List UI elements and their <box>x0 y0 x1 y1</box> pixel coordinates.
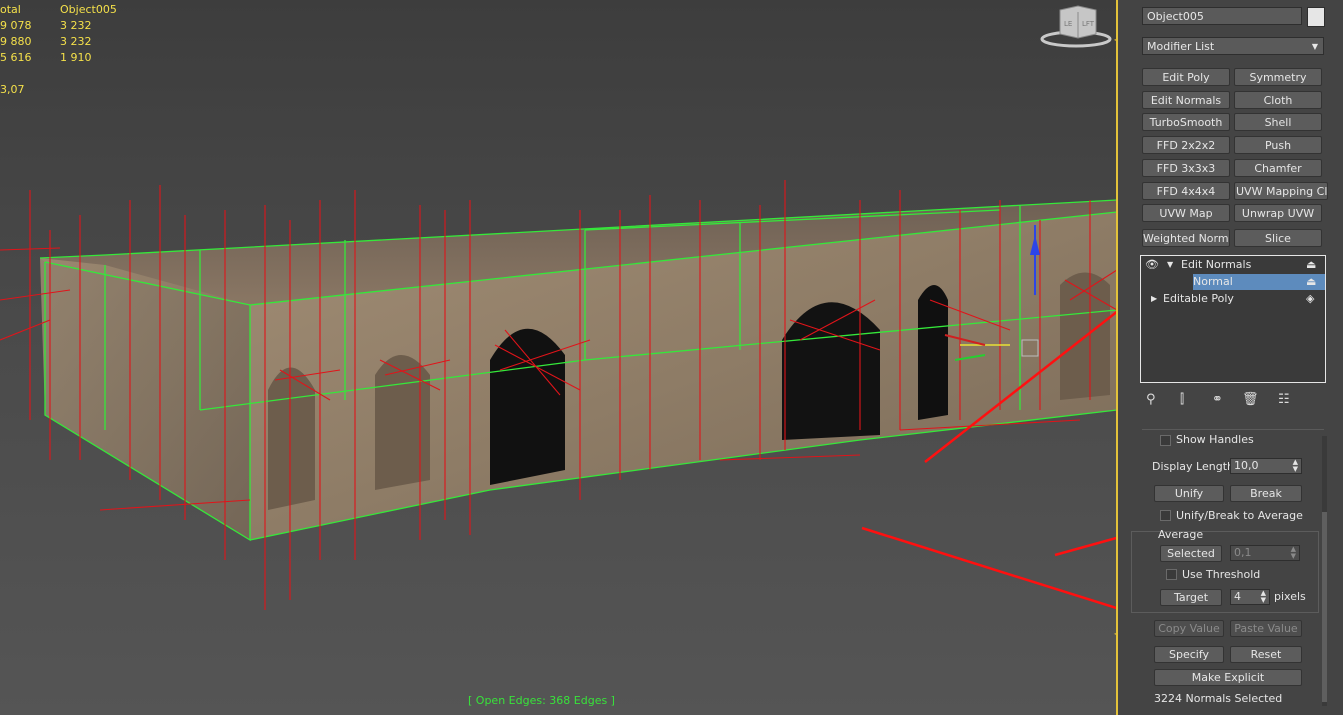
modifier-button[interactable]: UVW Map <box>1142 204 1230 222</box>
rollout-divider <box>1142 429 1324 430</box>
configure-sets-icon[interactable]: ☷ <box>1278 392 1290 407</box>
object-color-swatch[interactable] <box>1307 7 1325 27</box>
modifier-button[interactable]: Weighted Normals <box>1142 229 1230 247</box>
make-explicit-button[interactable]: Make Explicit <box>1154 669 1302 686</box>
display-length-label: Display Length: <box>1152 460 1238 473</box>
scroll-thumb[interactable] <box>1322 512 1327 702</box>
average-group-title: Average <box>1158 528 1204 541</box>
normals-selected-status: 3224 Normals Selected <box>1154 692 1283 705</box>
stats-value: 9 078 <box>0 19 32 32</box>
specify-button[interactable]: Specify <box>1154 646 1224 663</box>
stack-toolbar: ⚲ ⫿ ⚭ 🗑 ☷ <box>1140 390 1326 410</box>
viewcube[interactable]: LE LFT <box>1040 4 1112 48</box>
modifier-button[interactable]: FFD 4x4x4 <box>1142 182 1230 200</box>
show-handles-label: Show Handles <box>1176 433 1254 446</box>
use-threshold-checkbox[interactable] <box>1166 569 1177 580</box>
target-value: 4 <box>1234 590 1241 603</box>
average-threshold-spinner[interactable]: 0,1 ▲ ▼ <box>1230 545 1300 561</box>
average-target-button[interactable]: Target <box>1160 589 1222 606</box>
modifier-button[interactable]: Unwrap UVW <box>1234 204 1322 222</box>
modifier-button[interactable]: Edit Normals <box>1142 91 1230 109</box>
break-button[interactable]: Break <box>1230 485 1302 502</box>
stats-fps: 3,07 <box>0 83 25 96</box>
modifier-stack[interactable]: 👁 ▼ Edit Normals ⏏ Normal ⏏ ▶ Editable P… <box>1140 255 1326 383</box>
target-pixels-spinner[interactable]: 4 ▲ ▼ <box>1230 589 1270 605</box>
expand-right-icon[interactable]: ▶ <box>1151 291 1157 307</box>
reset-button[interactable]: Reset <box>1230 646 1302 663</box>
modifier-button[interactable]: UVW Mapping Clea <box>1234 182 1328 200</box>
3d-scene <box>0 180 1117 610</box>
pixels-label: pixels <box>1274 590 1306 603</box>
average-selected-button[interactable]: Selected <box>1160 545 1222 562</box>
viewcube-front-label: LFT <box>1082 20 1095 28</box>
pin-stack-icon[interactable]: ⏏ <box>1306 274 1316 290</box>
stats-value: 3 232 <box>60 35 92 48</box>
pin-stack-icon[interactable]: ⏏ <box>1306 257 1316 273</box>
threshold-value: 0,1 <box>1234 546 1252 559</box>
modifier-button[interactable]: Symmetry <box>1234 68 1322 86</box>
spinner-arrows-icon[interactable]: ▲ ▼ <box>1293 459 1298 473</box>
modifier-button[interactable]: Cloth <box>1234 91 1322 109</box>
trash-icon[interactable]: 🗑 <box>1242 392 1259 407</box>
modifier-button[interactable]: Push <box>1234 136 1322 154</box>
viewport-status: [ Open Edges: 368 Edges ] <box>468 694 615 707</box>
stats-value: 3 232 <box>60 19 92 32</box>
stack-item-edit-normals[interactable]: Edit Normals <box>1181 257 1251 273</box>
show-handles-checkbox[interactable] <box>1160 435 1171 446</box>
make-unique-icon[interactable]: ⚭ <box>1212 392 1223 407</box>
spinner-arrows-icon[interactable]: ▲ ▼ <box>1291 546 1296 560</box>
chevron-down-icon: ▼ <box>1311 42 1318 51</box>
object-name-field[interactable]: Object005 <box>1142 7 1302 25</box>
show-end-result-icon[interactable]: ⫿ <box>1180 392 1184 407</box>
modifier-list-dropdown[interactable]: Modifier List ▼ <box>1142 37 1324 55</box>
viewcube-left-label: LE <box>1064 20 1072 28</box>
display-length-value: 10,0 <box>1234 459 1259 472</box>
unify-break-average-checkbox[interactable] <box>1160 510 1171 521</box>
stats-value: 1 910 <box>60 51 92 64</box>
stack-item-editable-poly[interactable]: Editable Poly <box>1163 291 1234 307</box>
expand-down-icon[interactable]: ▼ <box>1167 257 1173 273</box>
command-panel: Object005 Modifier List ▼ Edit Poly Symm… <box>1118 0 1343 715</box>
modifier-button[interactable]: FFD 2x2x2 <box>1142 136 1230 154</box>
modifier-button[interactable]: Shell <box>1234 113 1322 131</box>
statistics-overlay: otal Object005 9 078 3 232 9 880 3 232 5 61… <box>0 2 117 98</box>
pin-icon[interactable]: ⚲ <box>1146 392 1156 407</box>
modifier-button[interactable]: TurboSmooth <box>1142 113 1230 131</box>
modifier-button[interactable]: Slice <box>1234 229 1322 247</box>
eye-icon[interactable]: 👁 <box>1145 257 1159 273</box>
stack-subobject-normal[interactable]: Normal <box>1193 274 1233 290</box>
stats-header-total: otal <box>0 3 21 16</box>
unify-break-average-label: Unify/Break to Average <box>1176 509 1303 522</box>
unify-button[interactable]: Unify <box>1154 485 1224 502</box>
paste-value-button[interactable]: Paste Value <box>1230 620 1302 637</box>
modifier-list-label: Modifier List <box>1147 40 1215 53</box>
modifier-button[interactable]: FFD 3x3x3 <box>1142 159 1230 177</box>
modifier-button[interactable]: Edit Poly <box>1142 68 1230 86</box>
display-length-spinner[interactable]: 10,0 ▲ ▼ <box>1230 458 1302 474</box>
stats-value: 9 880 <box>0 35 32 48</box>
spinner-arrows-icon[interactable]: ▲ ▼ <box>1261 590 1266 604</box>
copy-value-button[interactable]: Copy Value <box>1154 620 1224 637</box>
stats-header-object: Object005 <box>60 3 117 16</box>
modifier-button[interactable]: Chamfer <box>1234 159 1322 177</box>
stats-value: 5 616 <box>0 51 32 64</box>
cube-icon: ◈ <box>1306 292 1315 305</box>
perspective-viewport[interactable]: otal Object005 9 078 3 232 9 880 3 232 5 61… <box>0 0 1117 715</box>
use-threshold-label: Use Threshold <box>1182 568 1261 581</box>
panel-scrollbar[interactable] <box>1322 436 1327 706</box>
